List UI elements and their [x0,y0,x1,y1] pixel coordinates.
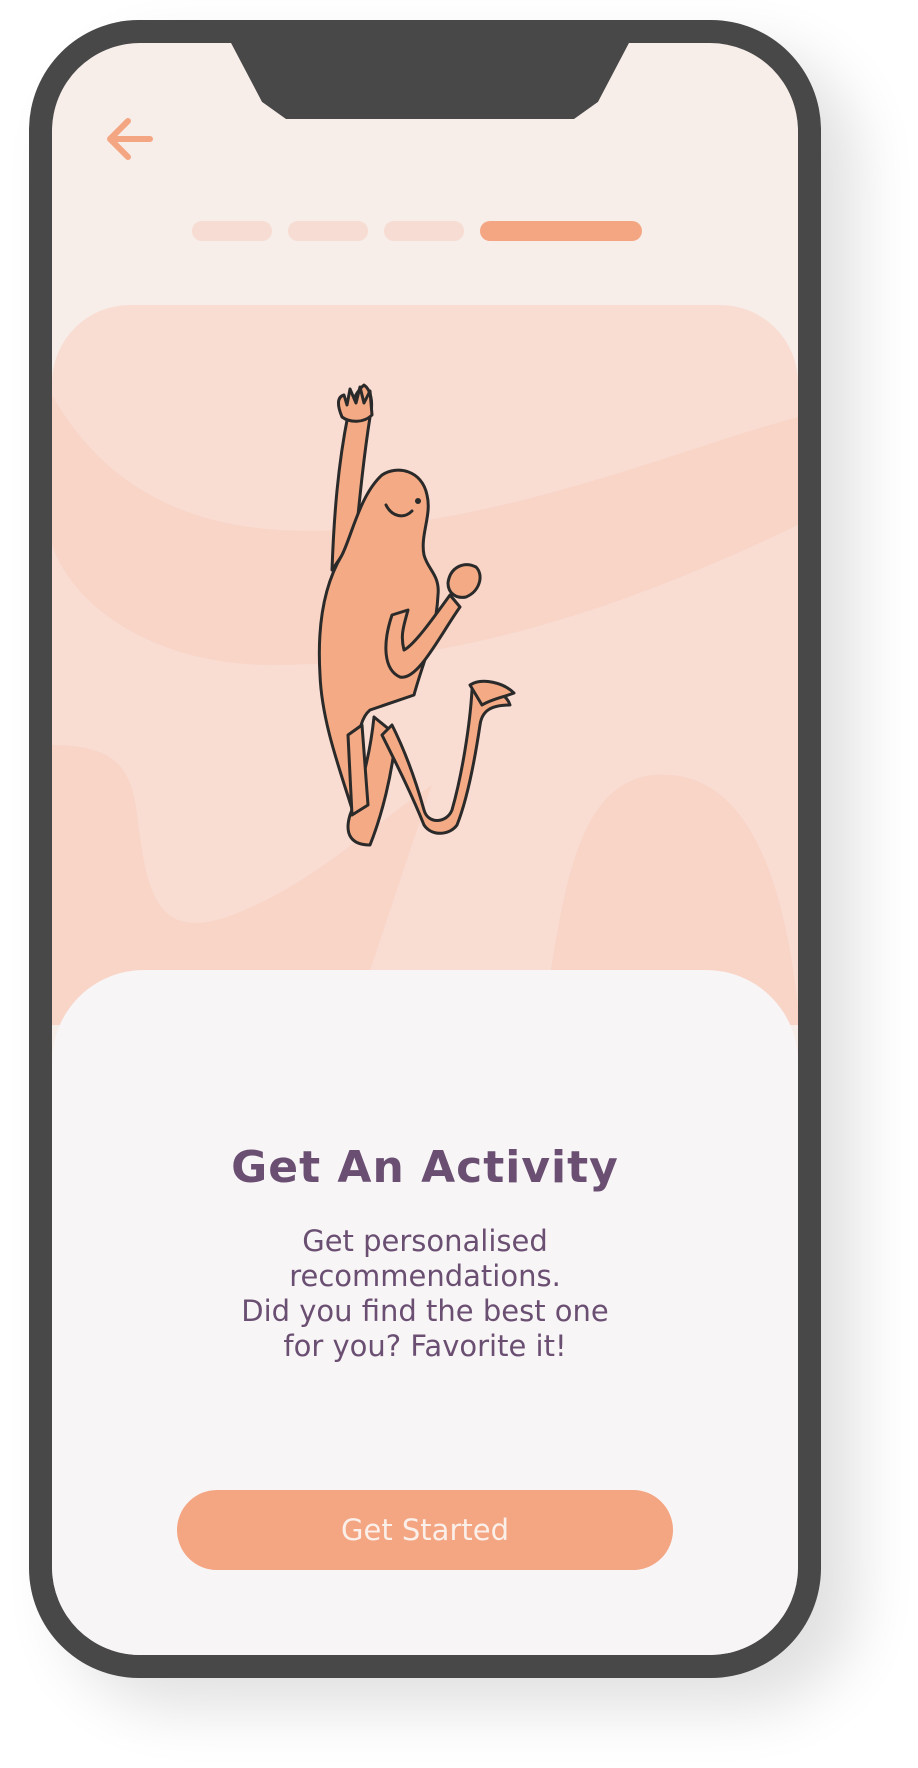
content-card: Get An Activity Get personalised recomme… [52,970,798,1655]
description-line: Get personalised [302,1224,548,1258]
hero-illustration-panel [52,305,798,1025]
description: Get personalised recommendations. Did yo… [152,1224,698,1364]
description-line: for you? Favorite it! [283,1329,567,1363]
progress-step-3 [384,221,464,241]
page-title: Get An Activity [231,1142,619,1193]
back-button[interactable] [102,111,158,167]
arrow-left-icon [107,118,153,160]
page: Get An Activity Get personalised recomme… [0,0,918,1768]
jumping-figure-illustration [52,383,798,1025]
progress-step-4-active [480,221,642,241]
phone-screen: Get An Activity Get personalised recomme… [52,43,798,1655]
onboarding-progress [192,221,662,241]
get-started-button[interactable]: Get Started [177,1490,673,1570]
description-line: Did you find the best one [241,1294,609,1328]
phone-notch [230,43,630,119]
description-line: recommendations. [289,1259,561,1293]
phone-frame: Get An Activity Get personalised recomme… [29,20,821,1678]
progress-step-1 [192,221,272,241]
progress-step-2 [288,221,368,241]
